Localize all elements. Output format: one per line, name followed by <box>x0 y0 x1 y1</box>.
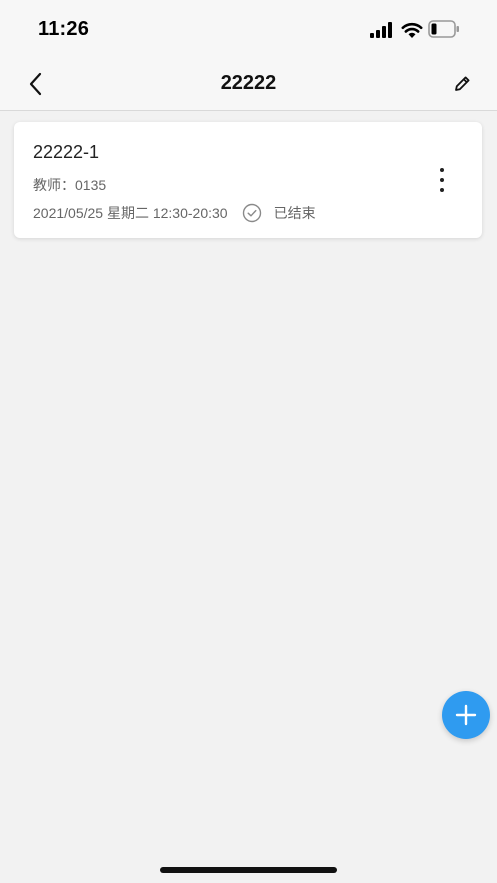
signal-icon <box>370 22 392 38</box>
wifi-icon <box>401 22 423 38</box>
more-dot <box>440 178 444 182</box>
more-dot <box>440 188 444 192</box>
add-lesson-button[interactable] <box>442 691 490 739</box>
lesson-title: 22222-1 <box>33 142 100 162</box>
lesson-card[interactable]: 22222-1 教师：0135 2021/05/25 星期二 12:30-20:… <box>14 122 482 238</box>
nav-bar: 22222 <box>0 58 497 111</box>
plus-icon <box>455 704 477 726</box>
battery-icon <box>428 20 459 38</box>
lesson-meta: 2021/05/25 星期二 12:30-20:30 已结束 <box>33 203 316 223</box>
more-dot <box>440 168 444 172</box>
home-indicator <box>160 867 337 873</box>
pencil-icon <box>455 76 470 91</box>
lesson-teacher: 教师：0135 <box>33 177 107 193</box>
check-circle-icon <box>242 203 261 223</box>
page-title: 22222 <box>220 72 277 94</box>
lesson-status: 已结束 <box>273 205 316 221</box>
status-time: 11:26 <box>38 18 90 40</box>
more-vertical-icon[interactable] <box>432 168 452 192</box>
edit-button[interactable] <box>447 69 477 99</box>
lesson-datetime: 2021/05/25 星期二 12:30-20:30 <box>33 205 228 221</box>
status-bar: 11:26 <box>0 0 497 58</box>
